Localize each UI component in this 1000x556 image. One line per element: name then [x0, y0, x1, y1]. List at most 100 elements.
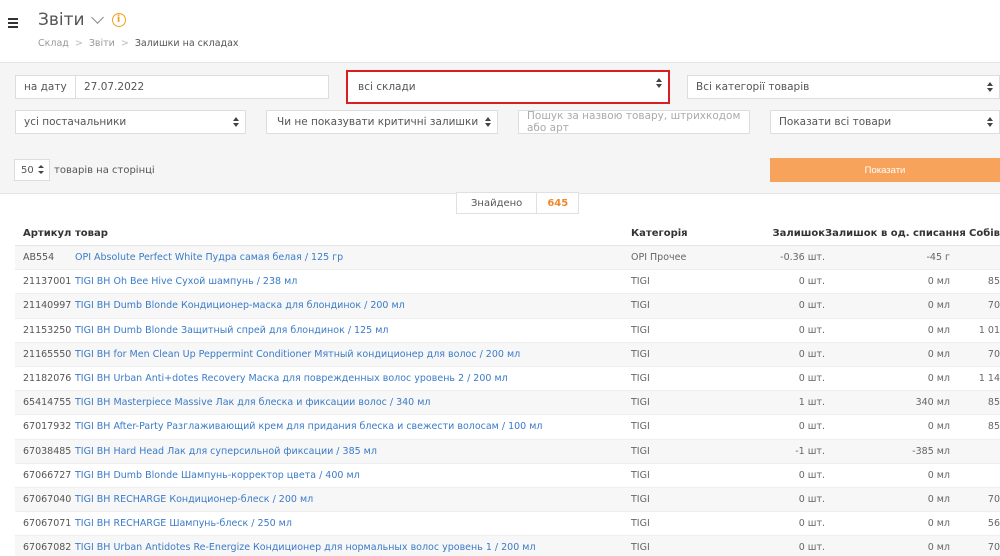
table-row: 67017932 TIGI BH After-Party Разглаживающ…: [15, 415, 1000, 440]
per-page-control: 50 товарів на сторінці: [14, 159, 155, 181]
row-article: 21153250: [23, 324, 72, 336]
breadcrumb-item-warehouse[interactable]: Склад: [38, 38, 69, 49]
row-article: 67067071: [23, 518, 72, 530]
per-page-select[interactable]: 50: [14, 159, 50, 181]
row-category: TIGI: [631, 421, 650, 433]
row-product-link[interactable]: TIGI BH RECHARGE Кондиционер-блеск / 200…: [67, 494, 628, 505]
row-balance: 0 шт.: [798, 300, 825, 312]
per-page-label: товарів на сторінці: [54, 164, 155, 176]
date-value[interactable]: 27.07.2022: [76, 81, 144, 93]
col-header-article[interactable]: Артикул: [15, 228, 71, 239]
row-product-link[interactable]: OPI Absolute Perfect White Пудра самая б…: [67, 252, 628, 263]
row-balance: -0.36 шт.: [780, 252, 825, 264]
row-balance-units: -45 г: [926, 252, 950, 264]
row-article: 67066727: [23, 469, 72, 481]
row-product-link[interactable]: TIGI BH Dumb Blonde Кондиционер-маска дл…: [67, 300, 628, 311]
show-goods-select[interactable]: Показати всі товари: [770, 110, 1000, 134]
breadcrumb-item-current: Залишки на складах: [134, 38, 239, 49]
supplier-select-value: усі постачальники: [24, 116, 127, 128]
row-balance: 0 шт.: [798, 493, 825, 505]
row-balance-units: 0 мл: [927, 276, 950, 288]
row-product-link[interactable]: TIGI BH for Men Clean Up Peppermint Cond…: [67, 349, 628, 360]
row-cost: 70: [987, 493, 1000, 505]
page-title[interactable]: Звіти: [38, 10, 85, 30]
row-cost: 70: [987, 542, 1000, 554]
category-select[interactable]: Всі категорії товарів: [687, 75, 1000, 99]
supplier-select[interactable]: усі постачальники: [15, 110, 246, 134]
row-product-link[interactable]: TIGI BH After-Party Разглаживающий крем …: [67, 421, 628, 432]
found-label: Знайдено: [457, 193, 538, 213]
show-goods-select-value: Показати всі товари: [779, 116, 892, 128]
row-category: TIGI: [631, 324, 650, 336]
row-product-link[interactable]: TIGI BH Masterpiece Massive Лак для блес…: [67, 397, 628, 408]
row-article: 21140997: [23, 300, 72, 312]
col-header-cost[interactable]: Собів: [950, 228, 1000, 239]
page-header: Звіти i Склад > Звіти > Залишки на склад…: [0, 0, 1000, 62]
row-balance-units: 0 мл: [927, 348, 950, 360]
row-product-link[interactable]: TIGI BH Urban Anti+dotes Recovery Маска …: [67, 373, 628, 384]
table-row: 65414755 TIGI BH Masterpiece Massive Лак …: [15, 391, 1000, 416]
breadcrumb: Склад > Звіти > Залишки на складах: [38, 38, 239, 49]
row-balance-units: 0 мл: [927, 542, 950, 554]
col-header-balance-units[interactable]: Залишок в од. списання: [825, 228, 966, 239]
row-balance-units: 0 мл: [927, 469, 950, 481]
table-row: 21140997 TIGI BH Dumb Blonde Кондиционер-…: [15, 294, 1000, 319]
table-row: AB554 OPI Absolute Perfect White Пудра са…: [15, 246, 1000, 271]
row-balance: 0 шт.: [798, 518, 825, 530]
row-product-link[interactable]: TIGI BH Urban Antidotes Re-Energize Конд…: [67, 542, 628, 553]
title-row: Звіти i: [38, 10, 126, 30]
row-product-link[interactable]: TIGI BH RECHARGE Шампунь-блеск / 250 мл: [67, 518, 628, 529]
row-balance-units: 0 мл: [927, 324, 950, 336]
row-balance: 0 шт.: [798, 324, 825, 336]
row-balance-units: 0 мл: [927, 421, 950, 433]
breadcrumb-separator: >: [120, 38, 129, 49]
row-cost: 85: [987, 397, 1000, 409]
col-header-product[interactable]: товар: [67, 228, 628, 239]
category-select-value: Всі категорії товарів: [696, 81, 810, 93]
found-count: 645: [547, 197, 569, 209]
warehouse-select-value: всі склади: [358, 81, 416, 93]
table-row: 21182076 TIGI BH Urban Anti+dotes Recover…: [15, 367, 1000, 392]
row-cost: 85: [987, 421, 1000, 433]
row-article: 67067040: [23, 493, 72, 505]
row-category: TIGI: [631, 493, 650, 505]
critical-stock-select[interactable]: Чи не показувати критичні залишки: [266, 110, 498, 134]
row-product-link[interactable]: TIGI BH Dumb Blonde Защитный спрей для б…: [67, 325, 628, 336]
warehouse-select[interactable]: всі склади: [346, 70, 670, 104]
row-cost: 70: [987, 348, 1000, 360]
row-balance: 0 шт.: [798, 373, 825, 385]
breadcrumb-item-reports[interactable]: Звіти: [89, 38, 115, 49]
row-balance-units: -385 мл: [912, 445, 950, 457]
table-row: 21153250 TIGI BH Dumb Blonde Защитный спр…: [15, 319, 1000, 343]
col-header-category[interactable]: Категорія: [628, 228, 723, 239]
info-icon[interactable]: i: [111, 13, 126, 27]
found-badge: Знайдено 645: [456, 192, 580, 214]
row-article: 67038485: [23, 445, 72, 457]
row-product-link[interactable]: TIGI BH Oh Bee Hive Сухой шампунь / 238 …: [67, 276, 628, 287]
row-category: TIGI: [631, 373, 650, 385]
date-field[interactable]: на дату 27.07.2022: [15, 75, 329, 99]
breadcrumb-separator: >: [74, 38, 83, 49]
col-header-balance[interactable]: Залишок: [723, 228, 825, 239]
table-body: AB554 OPI Absolute Perfect White Пудра са…: [15, 246, 1000, 556]
table-row: 21137001 TIGI BH Oh Bee Hive Сухой шампун…: [15, 270, 1000, 295]
table-row: 21165550 TIGI BH for Men Clean Up Pepperm…: [15, 342, 1000, 367]
search-input[interactable]: Пошук за назвою товару, штрихкодом або а…: [518, 110, 750, 134]
table-row: 67038485 TIGI BH Hard Head Лак для суперс…: [15, 439, 1000, 464]
show-button[interactable]: Показати: [770, 158, 1000, 182]
row-category: TIGI: [631, 518, 650, 530]
row-balance: 0 шт.: [798, 469, 825, 481]
row-article: 65414755: [23, 397, 72, 409]
row-product-link[interactable]: TIGI BH Dumb Blonde Шампунь-корректор цв…: [67, 470, 628, 481]
row-category: TIGI: [631, 397, 650, 409]
chevron-down-icon[interactable]: [90, 11, 104, 24]
menu-icon[interactable]: [8, 18, 18, 28]
row-category: TIGI: [631, 300, 650, 312]
per-page-value: 50: [21, 164, 34, 176]
row-article: 21165550: [23, 348, 72, 360]
row-category: TIGI: [631, 276, 650, 288]
row-category: TIGI: [631, 445, 650, 457]
row-category: OPI Прочее: [631, 252, 687, 264]
row-product-link[interactable]: TIGI BH Hard Head Лак для суперсильной ф…: [67, 446, 628, 457]
row-article: 67067082: [23, 542, 72, 554]
